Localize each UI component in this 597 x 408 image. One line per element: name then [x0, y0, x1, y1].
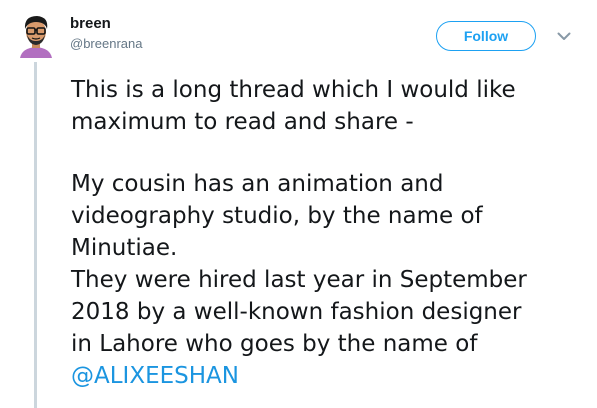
tweet-line: videography studio, by the name of: [71, 203, 483, 229]
tweet-line: They were hired last year in September: [71, 267, 527, 293]
tweet-line: maximum to read and share -: [71, 109, 414, 135]
chevron-down-icon[interactable]: [555, 27, 573, 45]
avatar[interactable]: [12, 10, 60, 58]
tweet-line: This is a long thread which I would like: [71, 77, 516, 103]
tweet-line: Minutiae.: [71, 235, 178, 261]
user-names[interactable]: breen @breenrana: [70, 15, 142, 52]
display-name[interactable]: breen: [70, 15, 142, 33]
tweet-line: My cousin has an animation and: [71, 171, 444, 197]
thread-line: [34, 62, 37, 408]
tweet-line: 2018 by a well-known fashion designer: [71, 299, 522, 325]
avatar-illustration: [12, 10, 60, 58]
user-handle[interactable]: @breenrana: [70, 36, 142, 52]
tweet-text: This is a long thread which I would like…: [71, 74, 581, 392]
tweet-line: in Lahore who goes by the name of: [71, 331, 478, 357]
mention-link[interactable]: @ALIXEESHAN: [71, 363, 239, 389]
follow-button[interactable]: Follow: [436, 21, 536, 51]
tweet: breen @breenrana Follow This is a long t…: [0, 0, 597, 408]
